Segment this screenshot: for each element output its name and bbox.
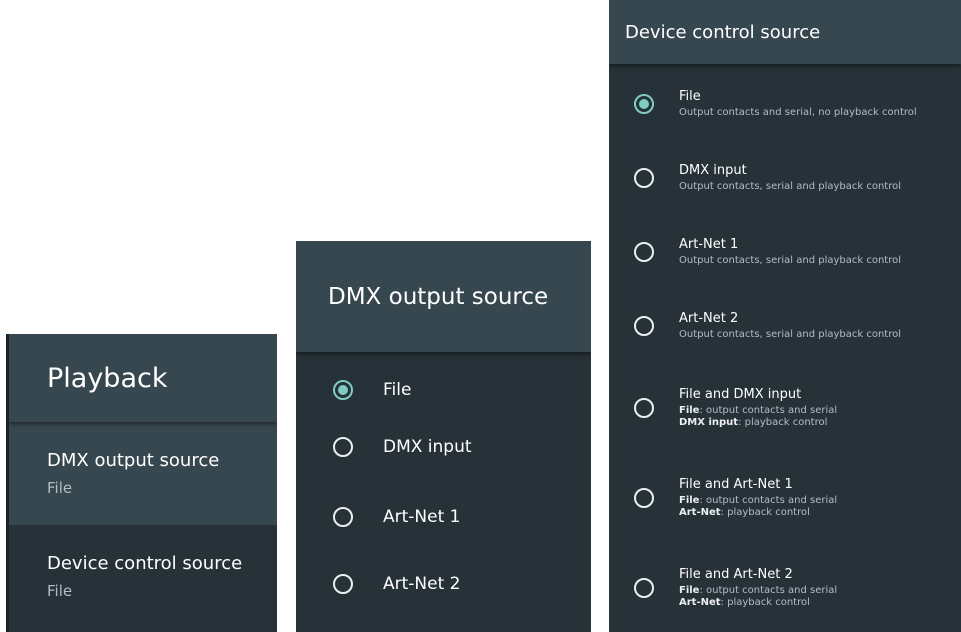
pref-summary: File [47,479,73,497]
dmx-dialog-title: DMX output source [328,283,549,310]
desc-bold: File [679,495,700,506]
option-description: File: output contacts and serial DMX inp… [679,405,837,429]
pref-title: Device control source [47,553,243,574]
option-label: Art-Net 2 [383,574,461,594]
dmx-option-art-net-2[interactable]: Art-Net 2 [296,562,591,606]
option-title: File [679,89,701,104]
device-option-file-and-dmx-input[interactable]: File and DMX input File: output contacts… [609,363,961,453]
device-control-source-dialog: Device control source File Output contac… [609,0,961,632]
radio-checked-icon[interactable] [634,94,654,114]
radio-unchecked-icon[interactable] [333,507,353,527]
playback-title: Playback [47,362,168,394]
pref-device-control-source[interactable]: Device control source File [9,525,277,628]
device-option-file-and-art-net-1[interactable]: File and Art-Net 1 File: output contacts… [609,453,961,543]
radio-checked-icon[interactable] [333,380,353,400]
radio-unchecked-icon[interactable] [634,168,654,188]
device-option-art-net-2[interactable]: Art-Net 2 Output contacts, serial and pl… [609,289,961,363]
pref-dmx-output-source[interactable]: DMX output source File [9,422,277,525]
desc-bold: File [679,585,700,596]
playback-settings-panel: Playback DMX output source File Device c… [6,334,277,632]
option-label: DMX input [383,437,472,457]
device-option-file[interactable]: File Output contacts and serial, no play… [609,67,961,141]
desc-bold: DMX input [679,417,739,428]
option-label: File [383,380,412,400]
device-option-art-net-1[interactable]: Art-Net 1 Output contacts, serial and pl… [609,215,961,289]
desc-text: : playback control [720,597,810,608]
pref-summary: File [47,582,73,600]
option-description: File: output contacts and serial Art-Net… [679,585,837,609]
option-title: File and Art-Net 1 [679,477,793,492]
option-title: DMX input [679,163,747,178]
option-title: File and Art-Net 2 [679,567,793,582]
option-description: Output contacts, serial and playback con… [679,255,902,266]
radio-unchecked-icon[interactable] [634,242,654,262]
desc-bold: Art-Net [679,597,721,608]
pref-title: DMX output source [47,450,220,471]
radio-unchecked-icon[interactable] [634,398,654,418]
radio-unchecked-icon[interactable] [333,574,353,594]
desc-text: : output contacts and serial [699,585,838,596]
device-dialog-title: Device control source [625,21,821,43]
desc-bold: File [679,405,700,416]
radio-unchecked-icon[interactable] [634,316,654,336]
dmx-option-file[interactable]: File [296,358,591,422]
desc-bold: Art-Net [679,507,721,518]
radio-unchecked-icon[interactable] [333,437,353,457]
option-label: Art-Net 1 [383,507,461,527]
desc-text: : output contacts and serial [699,405,838,416]
dmx-option-art-net-1[interactable]: Art-Net 1 [296,472,591,562]
dmx-dialog-header: DMX output source [296,241,591,352]
option-title: Art-Net 2 [679,311,739,326]
desc-text: : playback control [720,507,810,518]
playback-header: Playback [9,334,277,422]
dmx-output-source-dialog: DMX output source File DMX input Art-Net… [296,241,591,632]
radio-unchecked-icon[interactable] [634,578,654,598]
option-description: File: output contacts and serial Art-Net… [679,495,837,519]
option-title: Art-Net 1 [679,237,739,252]
dmx-option-dmx-input[interactable]: DMX input [296,422,591,472]
device-dialog-header: Device control source [609,0,961,64]
option-description: Output contacts, serial and playback con… [679,329,902,340]
desc-text: : playback control [738,417,828,428]
radio-unchecked-icon[interactable] [634,488,654,508]
device-option-dmx-input[interactable]: DMX input Output contacts, serial and pl… [609,141,961,215]
option-description: Output contacts and serial, no playback … [679,107,917,118]
option-description: Output contacts, serial and playback con… [679,181,902,192]
option-title: File and DMX input [679,387,802,402]
desc-text: : output contacts and serial [699,495,838,506]
device-option-file-and-art-net-2[interactable]: File and Art-Net 2 File: output contacts… [609,543,961,632]
